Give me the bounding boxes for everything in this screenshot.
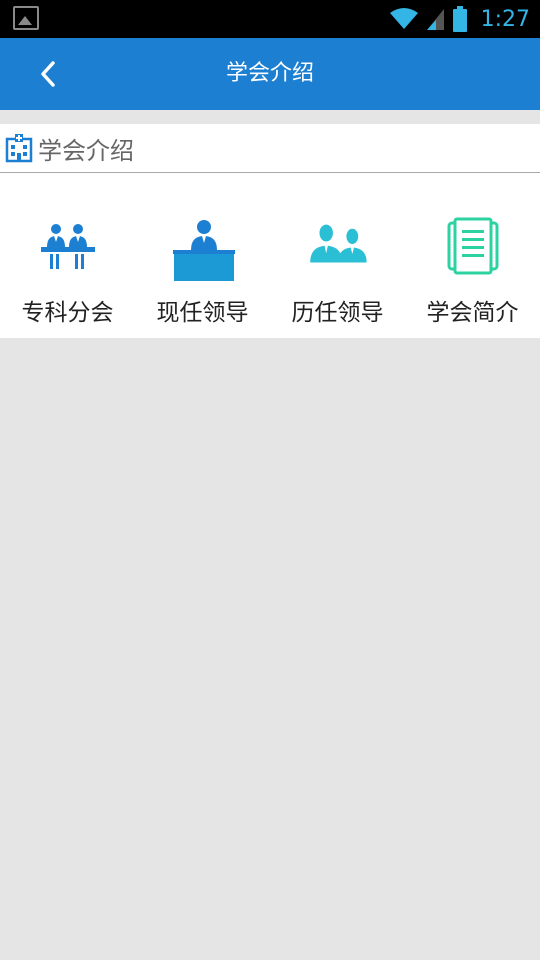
status-time: 1:27: [480, 6, 530, 32]
app-bar: 学会介绍: [0, 38, 540, 110]
document-icon: [447, 217, 498, 275]
status-indicators: 1:27: [389, 0, 530, 38]
gallery-icon: [13, 6, 39, 30]
menu-item-label: 专科分会: [21, 300, 114, 326]
menu-item-society-intro[interactable]: 学会简介: [405, 173, 540, 338]
menu-item-label: 现任领导: [156, 300, 249, 326]
building-icon: [5, 134, 33, 163]
menu-grid: 专科分会 现任领导 历任领导 学会简介: [0, 173, 540, 338]
committee-icon: [40, 224, 95, 269]
menu-item-past-leaders[interactable]: 历任领导: [270, 173, 405, 338]
menu-item-specialty-branches[interactable]: 专科分会: [0, 173, 135, 338]
back-button[interactable]: [22, 52, 74, 96]
battery-icon: [452, 6, 467, 32]
wifi-icon: [389, 8, 418, 29]
people-icon: [309, 224, 367, 263]
menu-item-current-leaders[interactable]: 现任领导: [135, 173, 270, 338]
section-header: 学会介绍: [0, 124, 540, 173]
page-title: 学会介绍: [225, 61, 314, 86]
section-title: 学会介绍: [38, 136, 134, 165]
menu-item-label: 历任领导: [291, 300, 384, 326]
leader-desk-icon: [172, 220, 235, 281]
status-bar: 1:27: [0, 0, 540, 38]
menu-item-label: 学会简介: [426, 300, 519, 326]
signal-icon: [426, 9, 444, 30]
chevron-left-icon: [41, 61, 55, 87]
